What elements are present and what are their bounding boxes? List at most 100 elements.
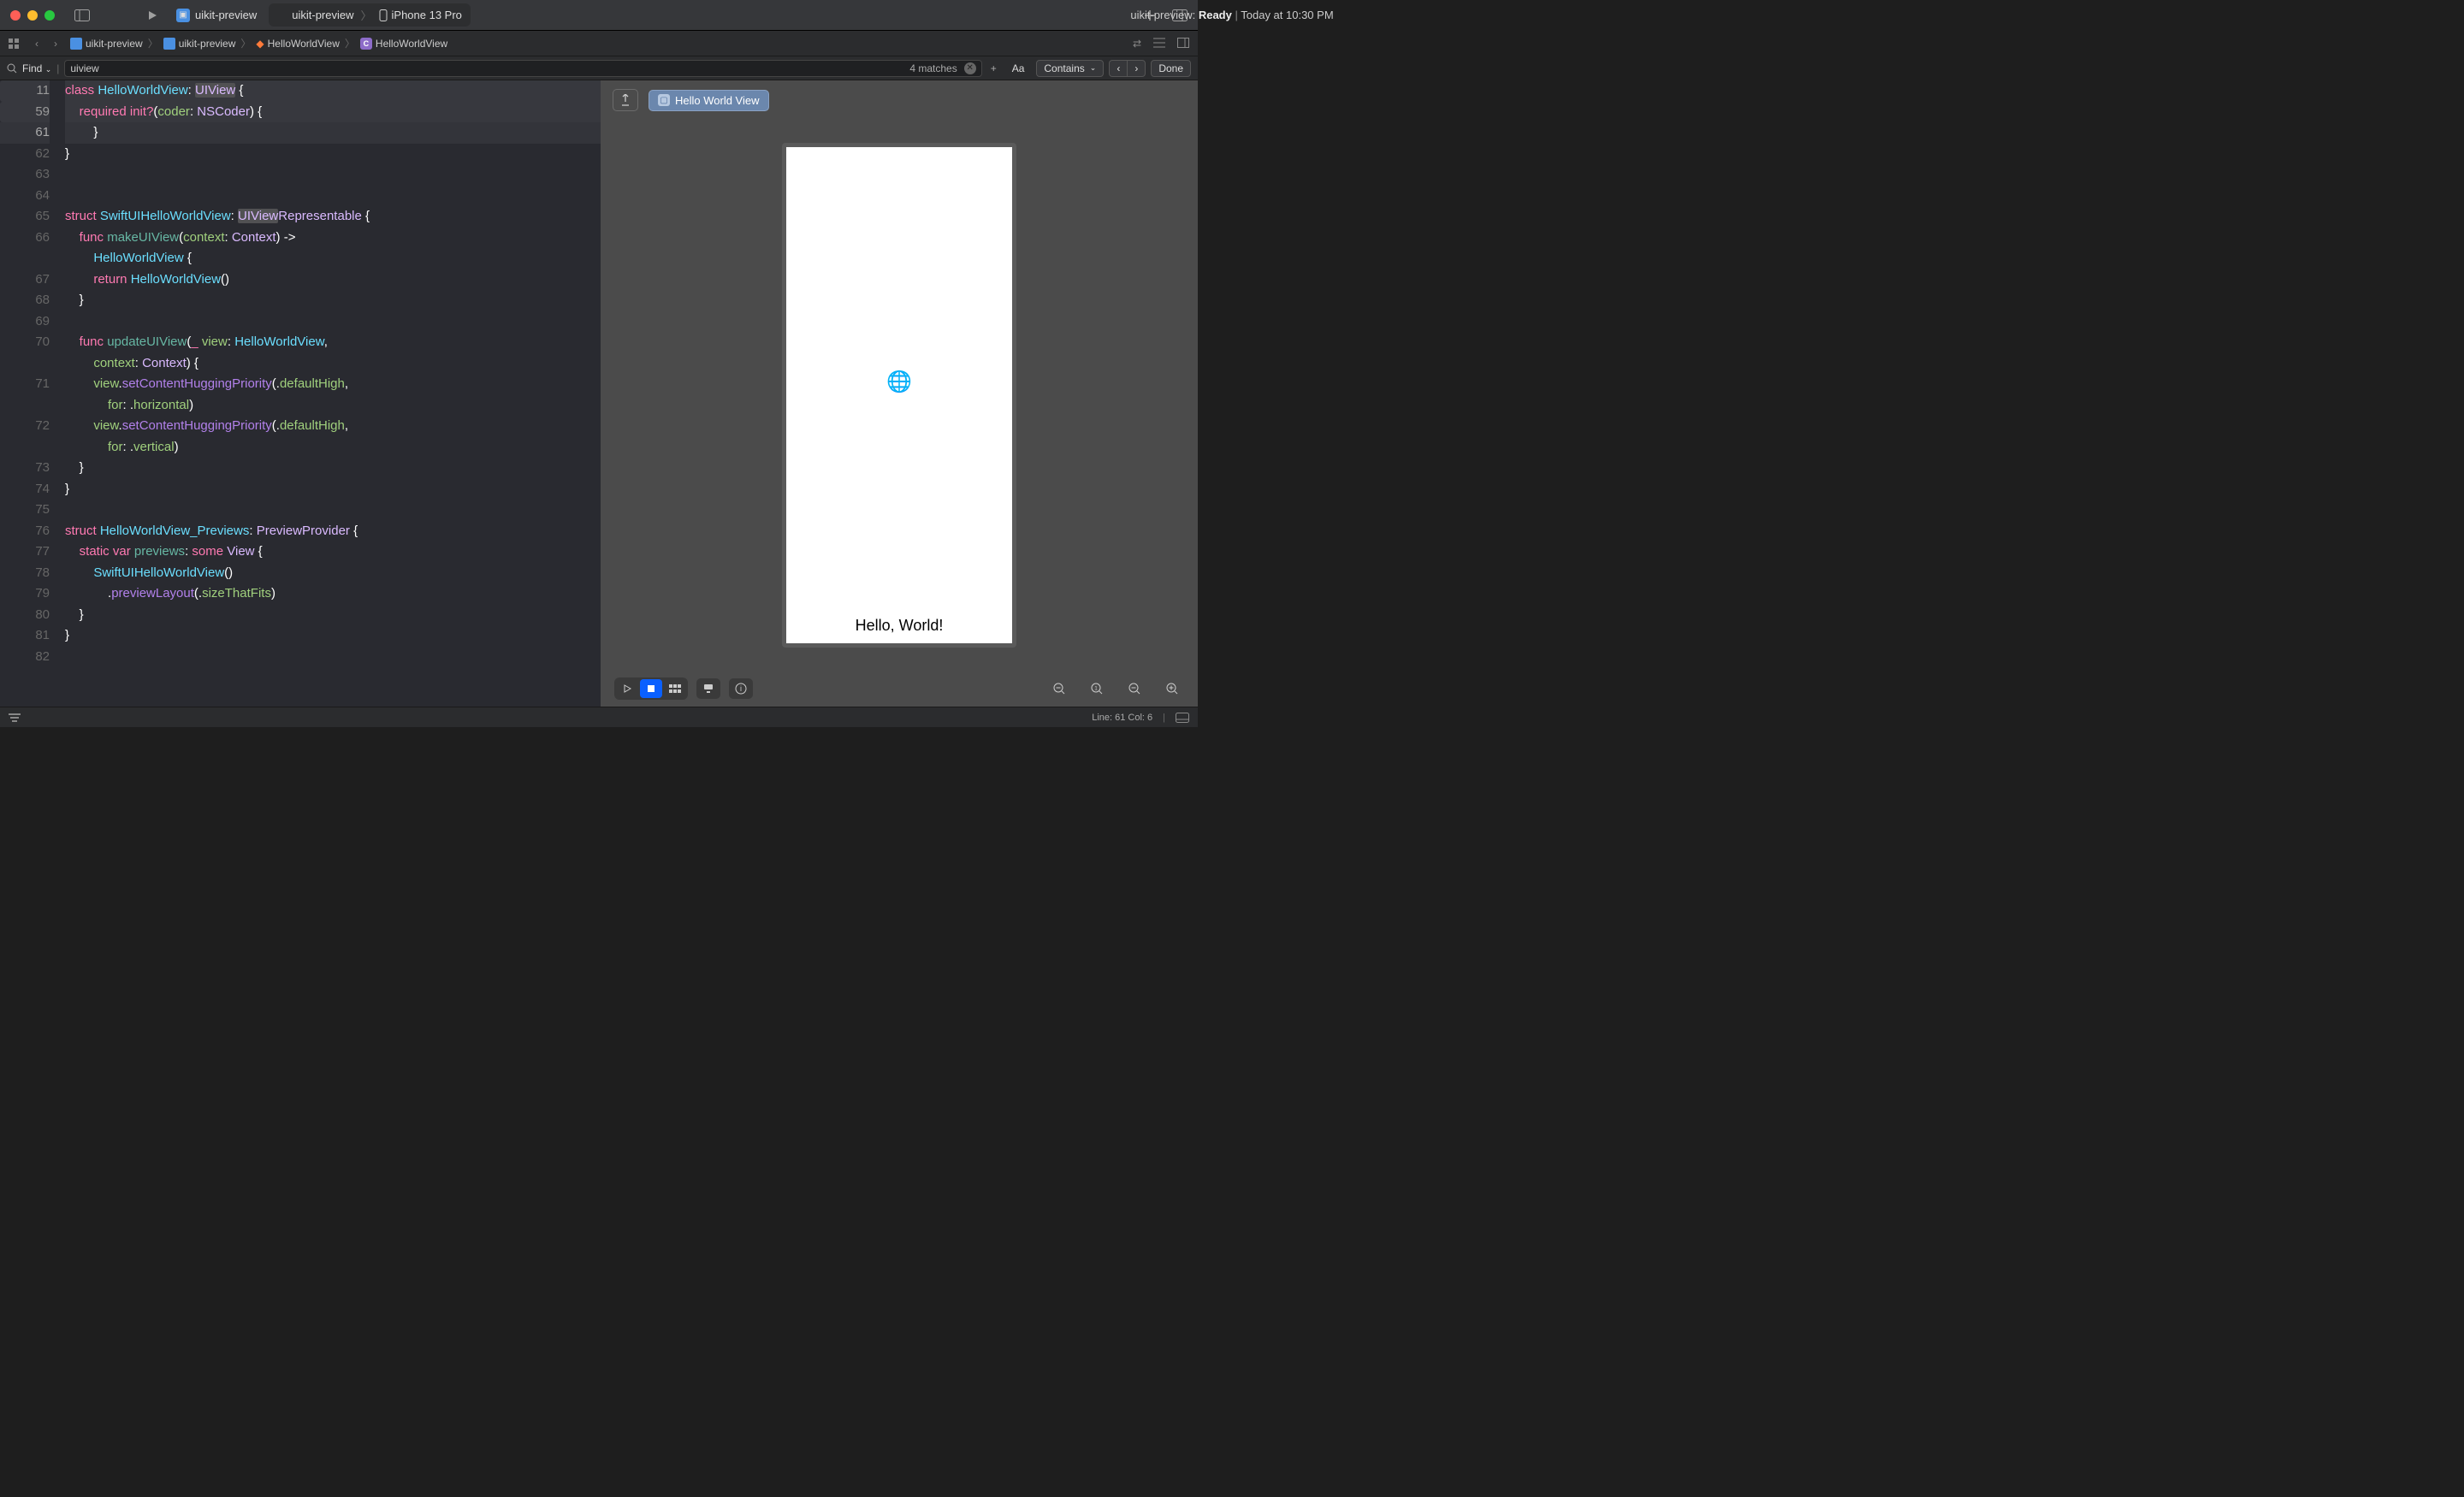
minimize-window-button[interactable] bbox=[27, 10, 38, 21]
preview-canvas[interactable]: 🌐 Hello, World! bbox=[601, 120, 1198, 671]
code-line[interactable]: .previewLayout(.sizeThatFits) bbox=[65, 583, 601, 605]
code-line[interactable]: } bbox=[65, 290, 601, 311]
code-line[interactable] bbox=[65, 647, 601, 668]
swap-icon[interactable]: ⇄ bbox=[1133, 38, 1141, 50]
code-line[interactable] bbox=[65, 186, 601, 207]
line-number bbox=[0, 248, 50, 269]
zoom-actual-button[interactable]: 1 bbox=[1085, 678, 1109, 699]
search-icon bbox=[7, 63, 17, 74]
zoom-in-button[interactable] bbox=[1160, 678, 1184, 699]
device-selection: iPhone 13 Pro bbox=[379, 9, 462, 21]
line-number: 72 bbox=[0, 416, 50, 437]
chevron-right-icon: 〉 bbox=[343, 36, 357, 50]
search-query: uiview bbox=[70, 62, 909, 74]
crumb-file[interactable]: ◆HelloWorldView bbox=[256, 38, 340, 50]
line-number: 77 bbox=[0, 541, 50, 563]
line-number: 68 bbox=[0, 290, 50, 311]
case-sensitive-toggle[interactable]: Aa bbox=[1005, 61, 1032, 76]
code-line[interactable]: static var previews: some View { bbox=[65, 541, 601, 563]
code-line[interactable] bbox=[65, 500, 601, 521]
chevron-right-icon: 〉 bbox=[239, 36, 252, 50]
line-number: 80 bbox=[0, 605, 50, 626]
crumb-label: uikit-preview bbox=[86, 38, 143, 50]
preview-header: ▢ Hello World View bbox=[601, 80, 1198, 120]
add-editor-icon[interactable] bbox=[1177, 38, 1189, 50]
scheme-name: uikit-preview bbox=[195, 9, 257, 21]
code-line[interactable]: view.setContentHuggingPriority(.defaultH… bbox=[65, 416, 601, 437]
toggle-navigator-icon[interactable] bbox=[72, 7, 92, 24]
code-line[interactable]: context: Context) { bbox=[65, 353, 601, 375]
code-line[interactable]: } bbox=[65, 144, 601, 165]
code-line[interactable]: HelloWorldView { bbox=[65, 248, 601, 269]
status-bar: Line: 61 Col: 6 | bbox=[0, 707, 1198, 727]
device-frame: 🌐 Hello, World! bbox=[782, 143, 1016, 648]
chevron-right-icon: 〉 bbox=[146, 36, 160, 50]
line-number bbox=[0, 395, 50, 417]
selectable-preview-button[interactable] bbox=[640, 679, 662, 698]
grid-icon[interactable] bbox=[9, 38, 27, 49]
hello-label: Hello, World! bbox=[856, 617, 944, 635]
code-line[interactable]: func updateUIView(_ view: HelloWorldView… bbox=[65, 332, 601, 353]
zoom-fit-button[interactable] bbox=[1122, 678, 1146, 699]
code-line[interactable]: } bbox=[65, 625, 601, 647]
code-line[interactable]: view.setContentHuggingPriority(.defaultH… bbox=[65, 374, 601, 395]
status-state: Ready bbox=[1199, 9, 1232, 21]
done-button[interactable]: Done bbox=[1151, 60, 1191, 77]
variants-preview-button[interactable] bbox=[664, 679, 686, 698]
code-line[interactable] bbox=[65, 164, 601, 186]
code-line[interactable]: } bbox=[65, 605, 601, 626]
code-line[interactable]: } bbox=[65, 122, 601, 144]
filter-icon[interactable] bbox=[9, 713, 21, 722]
fullscreen-window-button[interactable] bbox=[44, 10, 55, 21]
close-window-button[interactable] bbox=[10, 10, 21, 21]
line-number bbox=[0, 437, 50, 459]
match-count: 4 matches bbox=[909, 62, 960, 74]
code-line[interactable]: func makeUIView(context: Context) -> bbox=[65, 228, 601, 249]
forward-button[interactable]: › bbox=[46, 38, 65, 50]
code-editor[interactable]: 1159616263646566676869707172737475767778… bbox=[0, 80, 601, 707]
back-button[interactable]: ‹ bbox=[27, 38, 46, 50]
search-input[interactable]: uiview 4 matches ✕ bbox=[64, 60, 981, 77]
debug-area-toggle-icon[interactable] bbox=[1176, 713, 1189, 723]
code-line[interactable]: required init?(coder: NSCoder) { bbox=[65, 102, 601, 123]
device-settings-button[interactable] bbox=[696, 678, 720, 699]
outline-icon[interactable] bbox=[1153, 38, 1165, 50]
clear-search-button[interactable]: ✕ bbox=[964, 62, 976, 74]
scheme-in-destination: uikit-preview bbox=[277, 9, 353, 21]
device-name: iPhone 13 Pro bbox=[392, 9, 462, 21]
crumb-folder[interactable]: uikit-preview bbox=[163, 38, 236, 50]
code-content[interactable]: class HelloWorldView: UIView { required … bbox=[58, 80, 601, 707]
insert-pattern-button[interactable]: + bbox=[987, 62, 1000, 74]
match-type-select[interactable]: Contains⌄ bbox=[1036, 60, 1104, 77]
preview-info-button[interactable]: i bbox=[729, 678, 753, 699]
run-button[interactable] bbox=[142, 7, 163, 24]
code-line[interactable] bbox=[65, 311, 601, 333]
code-line[interactable]: SwiftUIHelloWorldView() bbox=[65, 563, 601, 584]
scheme-selector[interactable]: ▣ uikit-preview bbox=[176, 9, 257, 22]
preview-panel: ▢ Hello World View 🌐 Hello, World! i bbox=[601, 80, 1198, 707]
preview-selector[interactable]: ▢ Hello World View bbox=[649, 90, 769, 111]
app-icon-small bbox=[277, 10, 287, 21]
pin-preview-button[interactable] bbox=[613, 89, 638, 111]
code-line[interactable]: for: .vertical) bbox=[65, 437, 601, 459]
line-number: 71 bbox=[0, 374, 50, 395]
code-line[interactable]: for: .horizontal) bbox=[65, 395, 601, 417]
line-number: 61 bbox=[0, 122, 50, 144]
view-icon: ▢ bbox=[658, 94, 670, 106]
crumb-project[interactable]: uikit-preview bbox=[70, 38, 143, 50]
next-match-button[interactable]: › bbox=[1127, 60, 1146, 77]
crumb-symbol[interactable]: CHelloWorldView bbox=[360, 38, 447, 50]
prev-match-button[interactable]: ‹ bbox=[1109, 60, 1127, 77]
code-line[interactable]: struct HelloWorldView_Previews: PreviewP… bbox=[65, 521, 601, 542]
code-line[interactable]: } bbox=[65, 479, 601, 500]
run-destination-selector[interactable]: uikit-preview 〉 iPhone 13 Pro bbox=[269, 3, 471, 27]
code-line[interactable]: struct SwiftUIHelloWorldView: UIViewRepr… bbox=[65, 206, 601, 228]
code-line[interactable]: } bbox=[65, 458, 601, 479]
find-nav-pair: ‹ › bbox=[1109, 60, 1146, 77]
zoom-out-button[interactable] bbox=[1047, 678, 1071, 699]
line-number: 64 bbox=[0, 186, 50, 207]
code-line[interactable]: class HelloWorldView: UIView { bbox=[65, 80, 601, 102]
live-preview-button[interactable] bbox=[616, 679, 638, 698]
find-mode-select[interactable]: Find ⌄ bbox=[22, 62, 51, 74]
code-line[interactable]: return HelloWorldView() bbox=[65, 269, 601, 291]
